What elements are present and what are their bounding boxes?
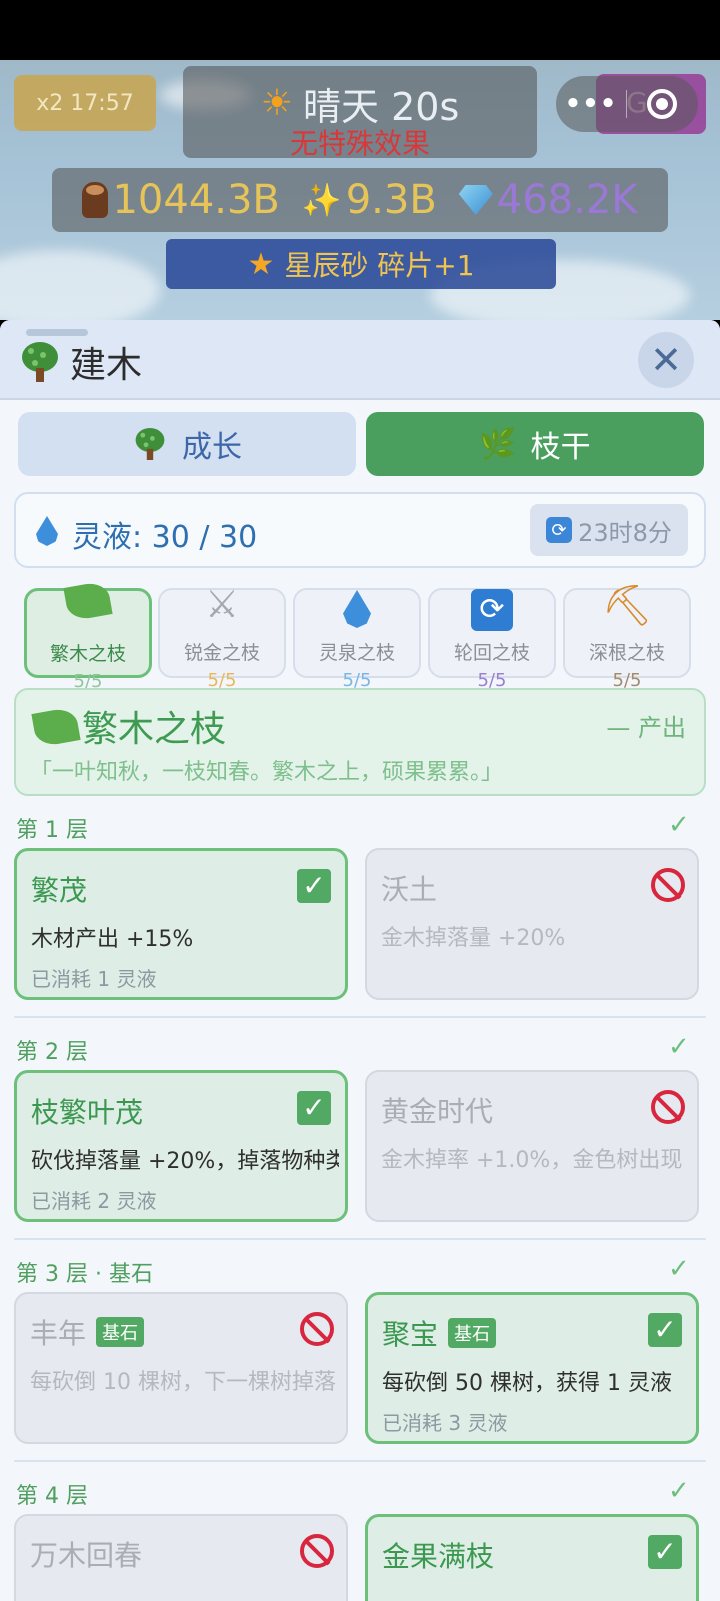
water-drop-icon (36, 516, 58, 546)
layer-heading: 第 1 层 (16, 818, 88, 843)
pickaxe-icon: ⛏ (601, 583, 653, 629)
miniprogram-capsule: ••• (556, 76, 698, 132)
checked-icon: ✓ (648, 1313, 682, 1347)
crossed-swords-icon: ⚔ (204, 582, 240, 626)
layer-complete-check-icon: ✓ (668, 1476, 690, 1506)
perk-card[interactable]: 金果满枝 ✓ (365, 1514, 699, 1601)
wood-log-icon (82, 182, 109, 218)
sparkle-icon: ✨ (301, 181, 342, 219)
layer-complete-check-icon: ✓ (668, 1032, 690, 1062)
layer-complete-check-icon: ✓ (668, 1254, 690, 1284)
branch-card-fanmu[interactable]: 繁木之枝 5/5 (24, 580, 152, 692)
perk-card[interactable]: 万木回春 (14, 1514, 348, 1601)
branch-card-lunhui[interactable]: ⟳ 轮回之枝 5/5 (428, 588, 556, 691)
layer-heading: 第 3 层 · 基石 (16, 1262, 153, 1287)
leaf-icon (63, 580, 113, 622)
perk-card[interactable]: 黄金时代 金木掉率 +1.0%，金色树出现 (365, 1070, 699, 1222)
panel-header: 建木 ✕ (0, 320, 720, 400)
tree-icon (22, 342, 58, 382)
weather-effect: 无特殊效果 (289, 127, 430, 160)
keystone-badge: 基石 (96, 1317, 145, 1347)
refresh-icon: ⟳ (546, 517, 573, 543)
branch-detail-tag: — 产出 (606, 714, 686, 742)
layer-heading: 第 2 层 (16, 1040, 88, 1065)
drag-handle[interactable] (26, 329, 88, 336)
divider (14, 1460, 706, 1462)
resource-bar: 1044.3B ✨ 9.3B 468.2K (52, 168, 668, 232)
weather-box: ☀ 晴天 20s 无特殊效果 (183, 66, 537, 160)
checked-icon: ✓ (297, 869, 331, 903)
branch-card-ruijin[interactable]: ⚔ 锐金之枝 5/5 (158, 582, 286, 691)
locked-ban-icon (651, 1090, 685, 1124)
leaf-icon (31, 706, 81, 748)
gem-resource: 468.2K (458, 177, 638, 223)
reward-toast: ★ 星辰砂 碎片+1 (166, 239, 556, 289)
refill-timer[interactable]: ⟳ 23时8分 (530, 504, 688, 556)
perk-card[interactable]: 沃土 金木掉落量 +20% (365, 848, 699, 1000)
spirit-liquid-box: 灵液: 30 / 30 ⟳ 23时8分 (14, 492, 706, 568)
divider (14, 1238, 706, 1240)
perk-card[interactable]: 枝繁叶茂 ✓ 砍伐掉落量 +20%，掉落物种类 已消耗 2 灵液 (14, 1070, 348, 1222)
layer-heading: 第 4 层 (16, 1484, 88, 1509)
jianmu-panel: 建木 ✕ 成长 🌿 枝干 灵液: 30 / 30 ⟳ 23时8分 繁木之枝 5/… (0, 320, 720, 1601)
perk-card[interactable]: 繁茂 ✓ 木材产出 +15% 已消耗 1 灵液 (14, 848, 348, 1000)
sparkle-resource: ✨ 9.3B (301, 177, 437, 223)
branch-icon: 🌿 (479, 426, 517, 462)
locked-ban-icon (300, 1534, 334, 1568)
keystone-badge: 基石 (448, 1318, 497, 1348)
tab-grow[interactable]: 成长 (18, 412, 356, 476)
panel-title: 建木 (70, 345, 143, 386)
locked-ban-icon (300, 1312, 334, 1346)
speed-timer-label: x2 17:57 (36, 90, 134, 116)
branch-detail-quote: 「一叶知秋，一枝知春。繁木之上，硕果累累。」 (30, 760, 504, 785)
star-icon: ★ (247, 246, 275, 282)
cycle-arrows-icon: ⟳ (471, 589, 513, 631)
perk-card[interactable]: 丰年 基石 每砍倒 10 棵树，下一棵树掉落 (14, 1292, 348, 1444)
tab-branch[interactable]: 🌿 枝干 (366, 412, 704, 476)
branch-detail-title: 繁木之枝 (82, 709, 227, 750)
spirit-liquid-label: 灵液: 30 / 30 (72, 520, 258, 555)
checked-icon: ✓ (297, 1091, 331, 1125)
branch-detail: 繁木之枝 — 产出 「一叶知秋，一枝知春。繁木之上，硕果累累。」 (14, 688, 706, 796)
game-sky-area: x2 17:57 ☀ 晴天 20s 无特殊效果 G ••• 1044.3B ✨ … (0, 60, 720, 320)
layer-complete-check-icon: ✓ (668, 810, 690, 840)
speed-timer-chip[interactable]: x2 17:57 (14, 75, 156, 131)
close-miniprogram-icon[interactable] (627, 89, 697, 119)
perk-card[interactable]: 聚宝 基石 ✓ 每砍倒 50 棵树，获得 1 灵液 已消耗 3 灵液 (365, 1292, 699, 1444)
checked-icon: ✓ (648, 1535, 682, 1569)
water-drop-icon (343, 590, 371, 628)
close-icon[interactable]: ✕ (638, 332, 694, 388)
locked-ban-icon (651, 868, 685, 902)
branch-card-lingquan[interactable]: 灵泉之枝 5/5 (293, 588, 421, 691)
branch-card-shengen[interactable]: ⛏ 深根之枝 5/5 (563, 583, 691, 691)
divider (14, 1016, 706, 1018)
more-icon[interactable]: ••• (556, 89, 626, 119)
cloud (0, 250, 160, 320)
status-bar (0, 0, 720, 60)
diamond-icon (458, 185, 493, 215)
wood-resource: 1044.3B (82, 177, 280, 223)
sun-icon: ☀ (260, 82, 294, 124)
tree-icon (135, 428, 165, 460)
